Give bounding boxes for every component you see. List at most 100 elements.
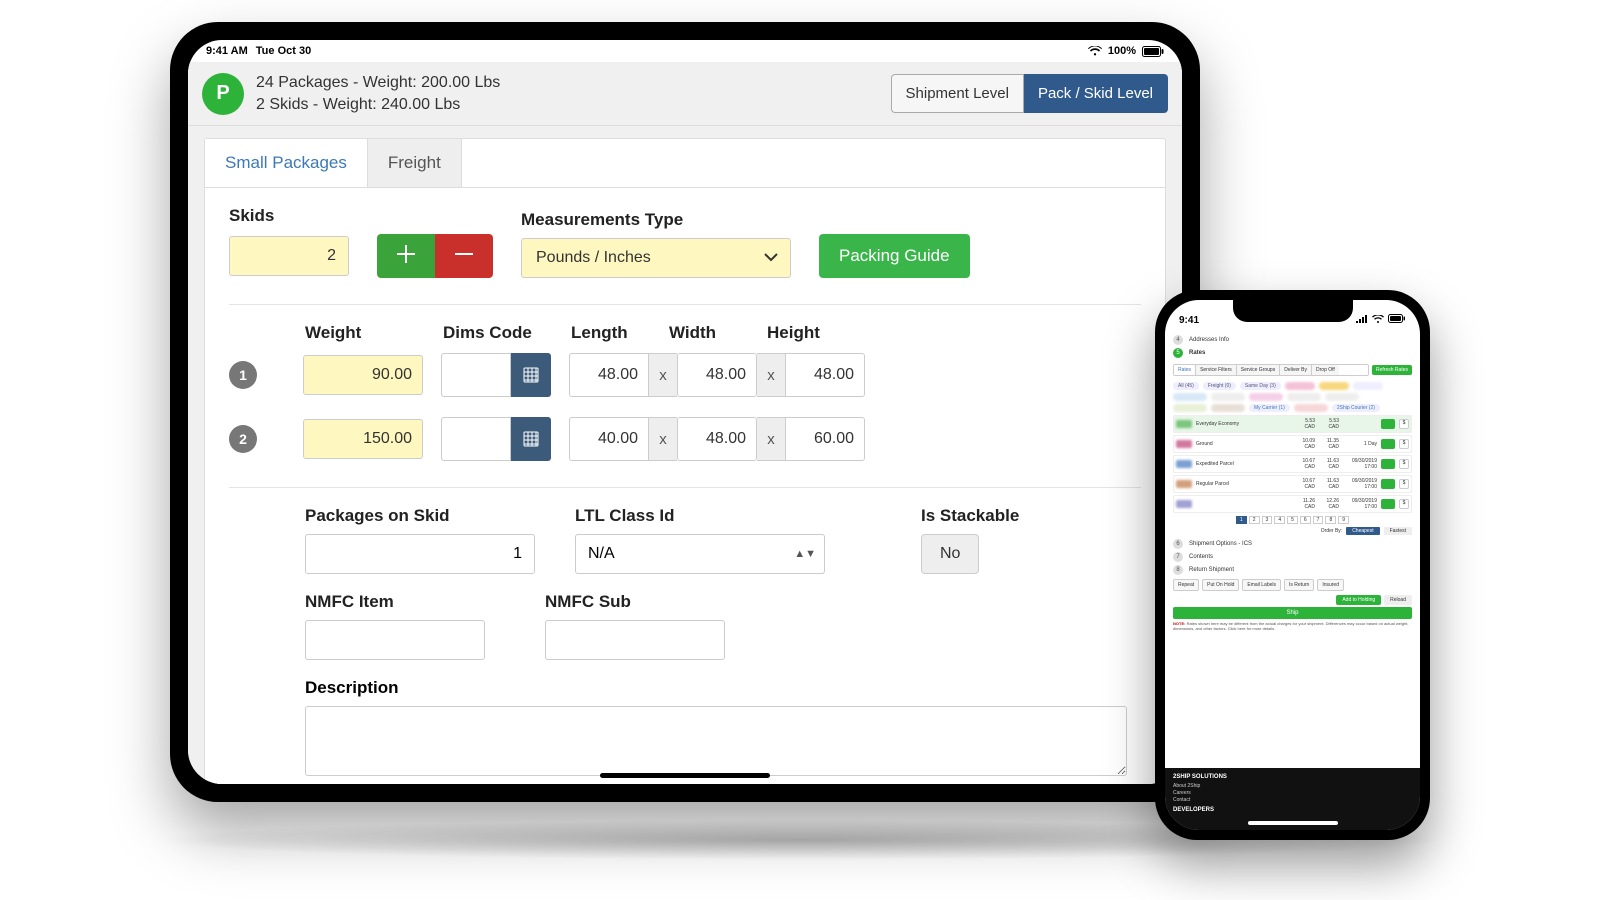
filter-blurred[interactable] [1353, 382, 1383, 390]
ltl-class-value: N/A [588, 545, 615, 562]
order-cheapest-button[interactable]: Cheapest [1346, 527, 1379, 535]
select-rate-button[interactable] [1381, 459, 1395, 469]
filter-blurred[interactable] [1319, 382, 1349, 390]
shipment-level-button[interactable]: Shipment Level [891, 74, 1024, 113]
pager-page[interactable]: 2 [1249, 516, 1260, 524]
action-button[interactable]: Is Return [1284, 579, 1314, 591]
rate-info-button[interactable]: $ [1399, 439, 1409, 449]
remove-skid-button[interactable] [435, 234, 493, 278]
filter-blurred[interactable] [1211, 393, 1245, 401]
tab-service-groups[interactable]: Service Groups [1237, 365, 1280, 375]
rate-info-button[interactable]: $ [1399, 479, 1409, 489]
pager-page[interactable]: 3 [1262, 516, 1273, 524]
filter-blurred[interactable] [1173, 404, 1207, 412]
measurements-type-select[interactable]: Pounds / Inches [521, 238, 791, 278]
add-skid-button[interactable] [377, 234, 435, 278]
tab-deliver-by[interactable]: Deliver By [1280, 365, 1312, 375]
rate-row[interactable]: Expedited Parcel10.67 CAD11.63 CAD09/30/… [1173, 455, 1412, 473]
filter-blurred[interactable] [1325, 393, 1359, 401]
height-input[interactable] [785, 417, 865, 461]
order-fastest-button[interactable]: Fastest [1384, 527, 1412, 535]
rate-row[interactable]: 11.26 CAD12.26 CAD09/30/2019 17:00$ [1173, 495, 1412, 513]
select-rate-button[interactable] [1381, 479, 1395, 489]
packages-on-skid-input[interactable] [305, 534, 535, 574]
home-indicator[interactable] [1248, 821, 1338, 825]
action-button[interactable]: Put On Hold [1202, 579, 1239, 591]
pager-page[interactable]: 8 [1325, 516, 1336, 524]
wifi-icon [1372, 315, 1384, 326]
refresh-rates-button[interactable]: Refresh Rates [1372, 365, 1412, 375]
select-rate-button[interactable] [1381, 499, 1395, 509]
weight-input[interactable] [303, 355, 423, 395]
filter-freight[interactable]: Freight (0) [1203, 382, 1236, 390]
skids-count-input[interactable] [229, 236, 349, 276]
tab-drop-off[interactable]: Drop Off [1312, 365, 1339, 375]
pager-page[interactable]: 6 [1300, 516, 1311, 524]
dims-lookup-button[interactable] [511, 353, 551, 397]
rate-row[interactable]: Ground10.09 CAD11.35 CAD1 Day$ [1173, 435, 1412, 453]
pager-page[interactable]: 5 [1287, 516, 1298, 524]
pager-page[interactable]: 7 [1313, 516, 1324, 524]
filter-2ship-courier[interactable]: 2Ship Courier (2) [1332, 404, 1380, 412]
carrier-filters: All (45) Freight (0) Same Day (3) [1173, 382, 1412, 390]
section-contents[interactable]: 7Contents [1173, 552, 1412, 562]
filter-blurred[interactable] [1287, 393, 1321, 401]
dims-lookup-button[interactable] [511, 417, 551, 461]
dims-code-input[interactable] [441, 417, 511, 461]
carrier-logo [1176, 460, 1192, 468]
footer-link[interactable]: Careers [1173, 790, 1412, 796]
rate-info-button[interactable]: $ [1399, 419, 1409, 429]
rate-info-button[interactable]: $ [1399, 499, 1409, 509]
is-stackable-toggle[interactable]: No [921, 534, 979, 574]
filter-same-day[interactable]: Same Day (3) [1240, 382, 1281, 390]
ship-button[interactable]: Ship [1173, 607, 1412, 619]
add-to-holding-button[interactable]: Add to Holding [1336, 595, 1381, 605]
phone-action-buttons: RepeatPut On HoldEmail LabelsIs ReturnIn… [1173, 579, 1412, 591]
filter-blurred[interactable] [1294, 404, 1328, 412]
pack-skid-level-button[interactable]: Pack / Skid Level [1024, 74, 1168, 113]
filter-all[interactable]: All (45) [1173, 382, 1199, 390]
rate-price-2: 11.63 CAD [1319, 478, 1339, 490]
length-input[interactable] [569, 353, 649, 397]
nmfc-item-label: NMFC Item [305, 592, 505, 612]
filter-blurred[interactable] [1249, 393, 1283, 401]
width-input[interactable] [677, 417, 757, 461]
weight-input[interactable] [303, 419, 423, 459]
description-input[interactable] [305, 706, 1127, 776]
packing-guide-button[interactable]: Packing Guide [819, 234, 970, 278]
nmfc-item-input[interactable] [305, 620, 485, 660]
rate-info-button[interactable]: $ [1399, 459, 1409, 469]
action-button[interactable]: Insured [1317, 579, 1344, 591]
ltl-class-select[interactable]: N/A ▲▼ [575, 534, 825, 574]
step-rates[interactable]: 5Rates [1173, 348, 1412, 358]
section-return-shipment[interactable]: 8Return Shipment [1173, 565, 1412, 575]
height-input[interactable] [785, 353, 865, 397]
filter-blurred[interactable] [1173, 393, 1207, 401]
rate-row[interactable]: Everyday Economy5.53 CAD5.53 CAD$ [1173, 415, 1412, 433]
filter-my-carrier[interactable]: My Carrier (1) [1249, 404, 1290, 412]
pager-page[interactable]: 1 [1236, 516, 1247, 524]
select-rate-button[interactable] [1381, 419, 1395, 429]
action-button[interactable]: Email Labels [1242, 579, 1281, 591]
home-indicator[interactable] [600, 773, 770, 778]
length-input[interactable] [569, 417, 649, 461]
tab-rates[interactable]: Rates [1174, 365, 1196, 375]
reload-button[interactable]: Reload [1384, 595, 1412, 605]
footer-link[interactable]: About 2Ship [1173, 783, 1412, 789]
select-rate-button[interactable] [1381, 439, 1395, 449]
step-addresses[interactable]: 4Addresses Info [1173, 335, 1412, 345]
tab-small-packages[interactable]: Small Packages [205, 139, 368, 187]
filter-blurred[interactable] [1211, 404, 1245, 412]
filter-blurred[interactable] [1285, 382, 1315, 390]
pager-page[interactable]: 4 [1274, 516, 1285, 524]
pager-page[interactable]: 9 [1338, 516, 1349, 524]
action-button[interactable]: Repeat [1173, 579, 1199, 591]
tab-service-filters[interactable]: Service Filters [1196, 365, 1237, 375]
nmfc-sub-input[interactable] [545, 620, 725, 660]
rate-row[interactable]: Regular Parcel10.67 CAD11.63 CAD09/30/20… [1173, 475, 1412, 493]
section-shipment-options[interactable]: 6Shipment Options - ICS [1173, 539, 1412, 549]
width-input[interactable] [677, 353, 757, 397]
footer-link[interactable]: Contact [1173, 797, 1412, 803]
dims-code-input[interactable] [441, 353, 511, 397]
tab-freight[interactable]: Freight [368, 139, 462, 187]
